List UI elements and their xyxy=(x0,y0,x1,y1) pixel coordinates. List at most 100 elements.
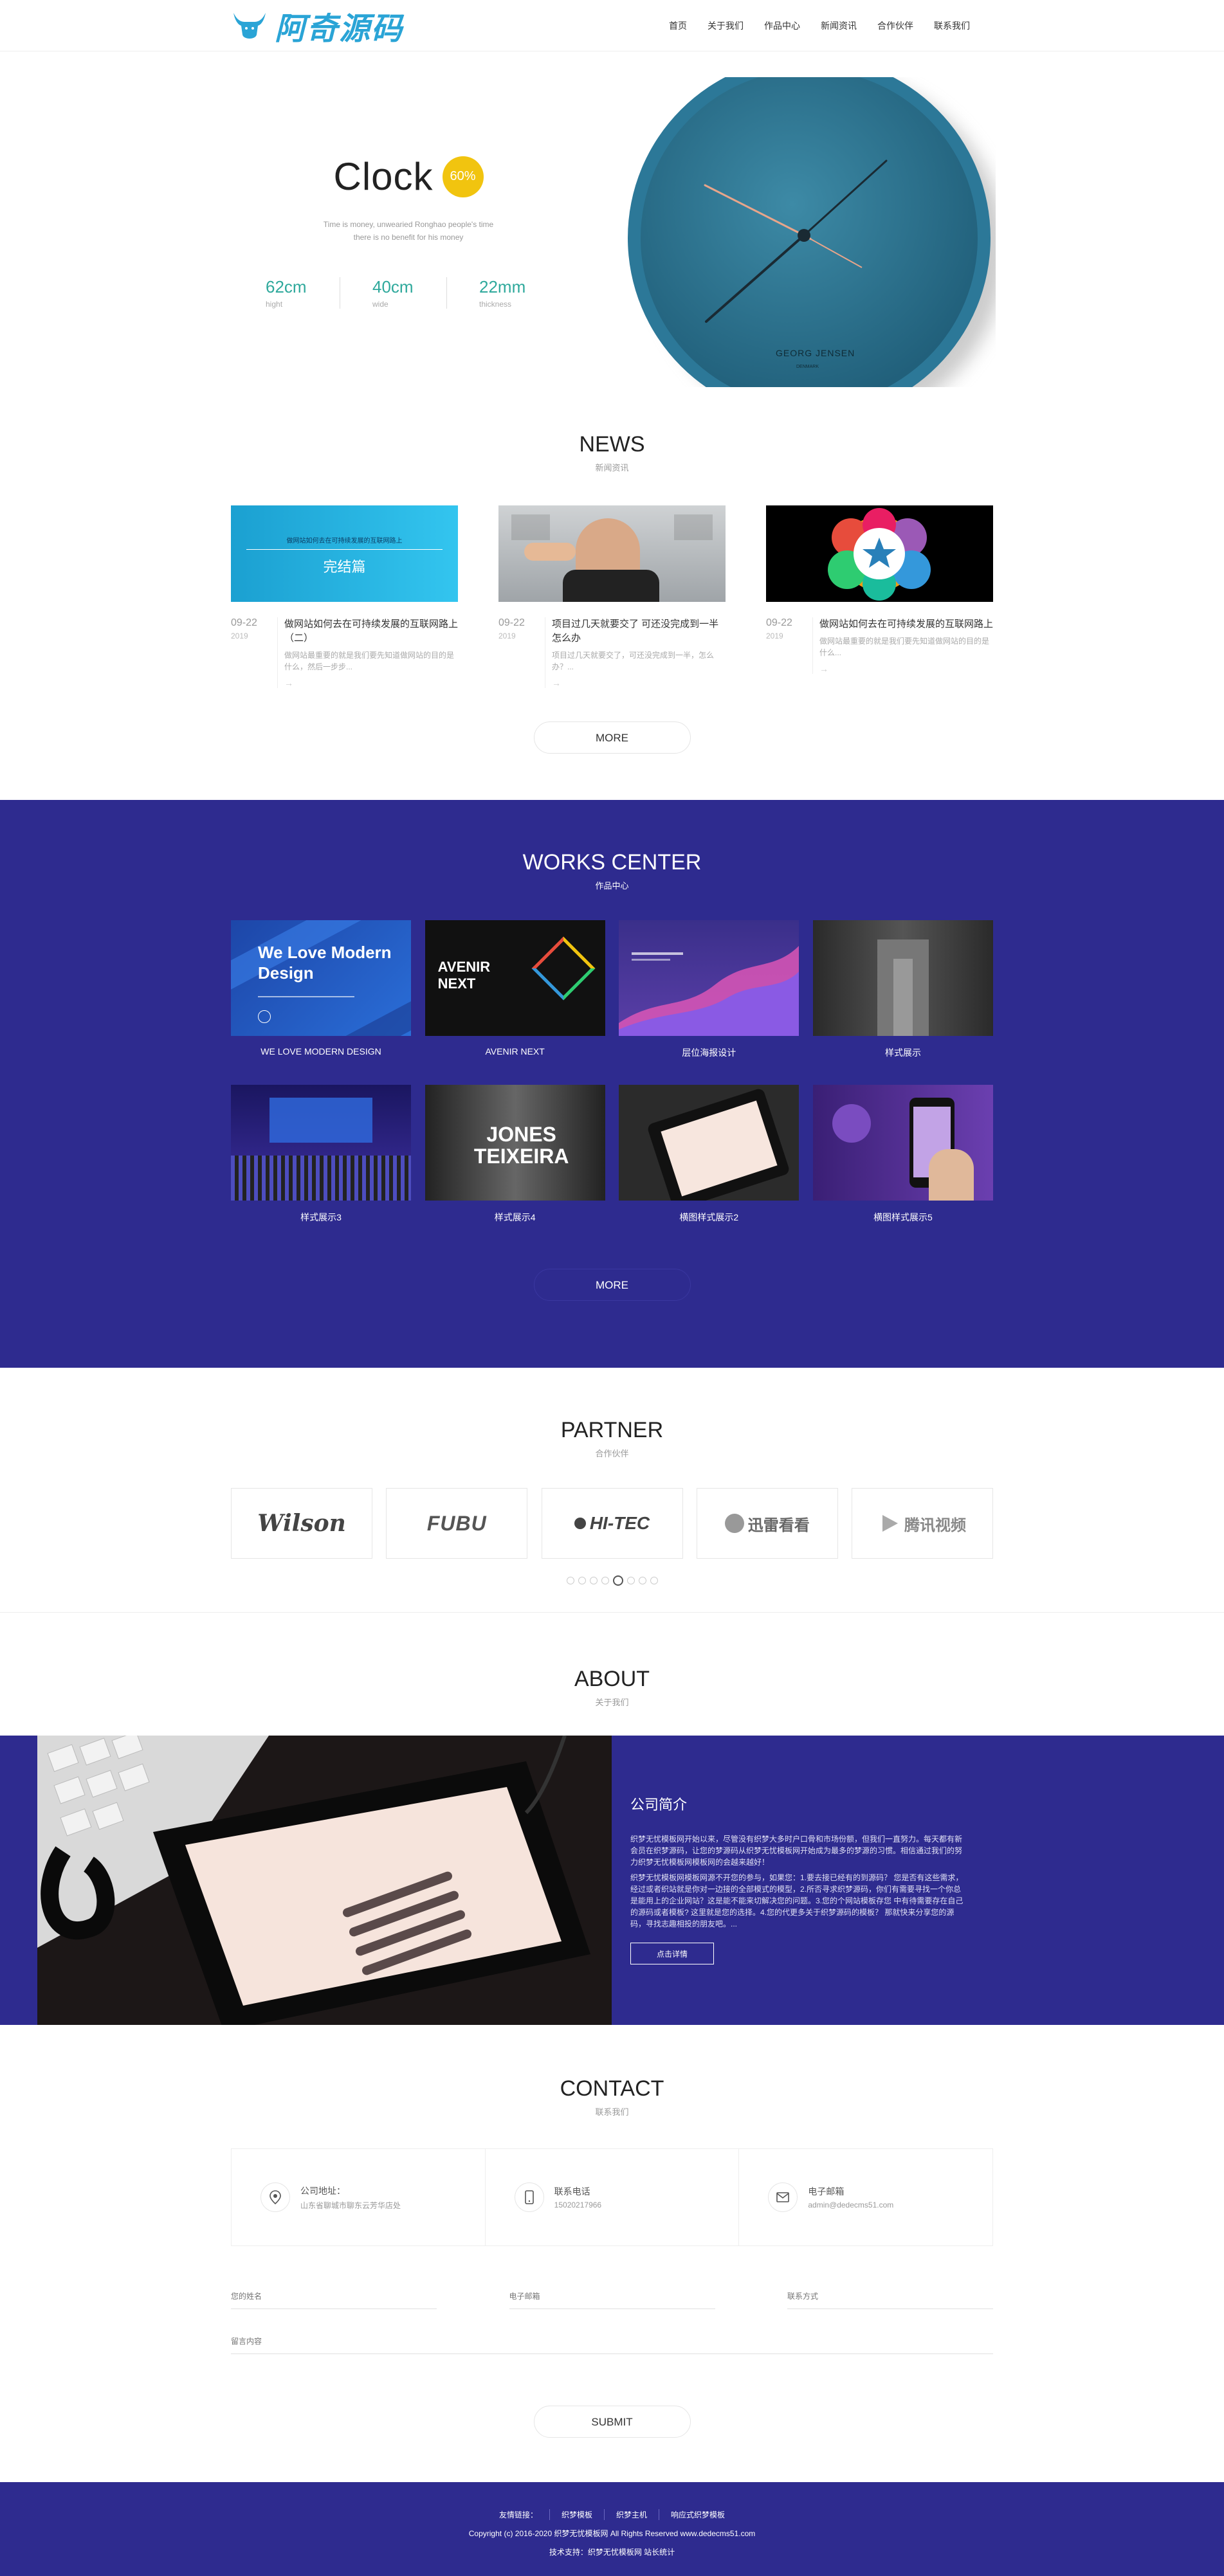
arrow-right-icon[interactable]: → xyxy=(284,678,458,688)
work-caption[interactable]: 样式展示3 xyxy=(231,1211,411,1224)
location-pin-icon xyxy=(260,2182,290,2212)
work-item[interactable]: 样式展示 xyxy=(812,920,993,1059)
partner-name: FUBU xyxy=(426,1511,487,1535)
spec-height: 62cm hight xyxy=(266,277,340,309)
carousel-dot[interactable] xyxy=(650,1577,658,1584)
mail-icon xyxy=(768,2182,798,2212)
arrow-right-icon[interactable]: → xyxy=(819,664,993,674)
contact-form xyxy=(231,2283,993,2309)
news-summary: 做网站最重要的就是我们要先知道做网站的目的是什么，然后一步步... xyxy=(284,651,455,671)
works-more-button[interactable]: MORE xyxy=(533,1269,691,1301)
partner-logo-hitec[interactable]: HI-TEC xyxy=(541,1488,683,1559)
partner-logo-wilson[interactable]: Wilson xyxy=(231,1488,372,1559)
carousel-dot[interactable] xyxy=(589,1577,598,1584)
submit-button[interactable]: SUBMIT xyxy=(533,2406,691,2438)
carousel-dots xyxy=(231,1575,993,1586)
works-grid: We Love Modern Design WE LOVE MODERN DES… xyxy=(231,920,993,1224)
nav-news[interactable]: 新闻资讯 xyxy=(810,0,867,51)
phone-input[interactable] xyxy=(787,2283,993,2309)
carousel-dot[interactable] xyxy=(626,1577,635,1584)
percent-badge: 60% xyxy=(442,156,484,197)
partner-title: PARTNER xyxy=(560,1418,664,1442)
nav-works[interactable]: 作品中心 xyxy=(754,0,810,51)
news-more-button[interactable]: MORE xyxy=(533,721,691,754)
carousel-dot-active[interactable] xyxy=(612,1575,623,1586)
work-caption[interactable]: 横图样式展示5 xyxy=(813,1211,993,1224)
carousel-dot[interactable] xyxy=(601,1577,609,1584)
clock-image: GEORG JENSEN DENMARK xyxy=(623,57,1005,387)
contact-value: 15020217966 xyxy=(554,2200,602,2209)
work-thumbnail[interactable]: We Love Modern Design xyxy=(231,920,411,1036)
logo-text: 阿奇源码 xyxy=(275,11,404,47)
partner-name: 迅雷看看 xyxy=(747,1516,810,1534)
work-item[interactable]: 横图样式展示2 xyxy=(619,1085,799,1224)
work-caption[interactable]: 层位海报设计 xyxy=(619,1046,799,1059)
contact-section: CONTACT 联系我们 公司地址： 山东省聊城市聊东云芳华店处 联系电话 15… xyxy=(0,2025,1224,2482)
work-caption[interactable]: 横图样式展示2 xyxy=(619,1211,799,1224)
partner-logo-xunlei[interactable]: 迅雷看看 xyxy=(696,1488,838,1559)
nav-partner[interactable]: 合作伙伴 xyxy=(867,0,924,51)
news-headline[interactable]: 做网站如何去在可持续发展的互联网路上 xyxy=(819,617,993,631)
spec-thickness: 22mm thickness xyxy=(446,277,553,309)
work-thumbnail[interactable] xyxy=(812,1085,993,1201)
work-caption[interactable]: 样式展示 xyxy=(813,1046,993,1059)
about-heading-section: ABOUT 关于我们 xyxy=(0,1612,1224,1736)
news-thumbnail[interactable] xyxy=(498,505,726,602)
nav-contact[interactable]: 联系我们 xyxy=(924,0,980,51)
phone-icon xyxy=(514,2182,544,2212)
arrow-right-icon[interactable]: → xyxy=(552,678,726,688)
about-details-button[interactable]: 点击详情 xyxy=(630,1943,714,1964)
news-item[interactable]: 09-22 2019 项目过几天就要交了 可还没完成到一半 怎么办 项目过几天就… xyxy=(498,505,726,688)
footer-link[interactable]: 织梦模板 xyxy=(549,2509,604,2520)
news-headline[interactable]: 做网站如何去在可持续发展的互联网路上（二） xyxy=(284,617,458,646)
work-thumbnail[interactable] xyxy=(812,920,993,1036)
partner-logo-fubu[interactable]: FUBU xyxy=(386,1488,528,1559)
nav-home[interactable]: 首页 xyxy=(659,0,697,51)
partner-name: 腾讯视频 xyxy=(904,1516,966,1534)
work-art-text: JONES TEIXEIRA xyxy=(473,1123,569,1168)
logo[interactable]: 阿奇源码 xyxy=(231,3,403,48)
work-caption[interactable]: AVENIR NEXT xyxy=(425,1046,605,1057)
work-caption[interactable]: 样式展示4 xyxy=(425,1211,605,1224)
work-art-text: AVENIR NEXT xyxy=(437,959,491,992)
news-item[interactable]: 09-22 2019 做网站如何去在可持续发展的互联网路上 做网站最重要的就是我… xyxy=(766,505,993,688)
work-thumbnail[interactable] xyxy=(619,920,799,1036)
partner-logos: Wilson FUBU HI-TEC 迅雷看看 腾讯视频 xyxy=(231,1488,993,1559)
news-thumbnail[interactable] xyxy=(766,505,993,602)
contact-label: 电子邮箱 xyxy=(808,2186,845,2197)
about-paragraph-2: 织梦无忧模板网模板网源不开您的参与，如果您：1.要去接已经有的到源码？ 您是否有… xyxy=(630,1873,964,1928)
work-thumbnail[interactable]: AVENIR NEXT xyxy=(425,920,605,1036)
message-input[interactable] xyxy=(231,2328,993,2354)
footer-link[interactable]: 响应式织梦模板 xyxy=(659,2509,736,2520)
news-year: 2019 xyxy=(498,631,516,640)
work-thumbnail[interactable] xyxy=(231,1085,411,1201)
news-headline[interactable]: 项目过几天就要交了 可还没完成到一半 怎么办 xyxy=(552,617,726,646)
carousel-dot[interactable] xyxy=(578,1577,586,1584)
nav-about[interactable]: 关于我们 xyxy=(697,0,754,51)
footer-link[interactable]: 织梦主机 xyxy=(604,2509,659,2520)
banner-text: Clock 60% Time is money, unwearied Rongh… xyxy=(264,154,553,309)
news-item[interactable]: 做网站如何去在可持续发展的互联网路上 完结篇 09-22 2019 做网站如何去… xyxy=(231,505,458,688)
work-item[interactable]: 层位海报设计 xyxy=(619,920,799,1059)
work-item[interactable]: JONES TEIXEIRA 样式展示4 xyxy=(425,1085,605,1224)
work-item[interactable]: We Love Modern Design WE LOVE MODERN DES… xyxy=(231,920,411,1059)
bull-logo-icon xyxy=(233,13,266,39)
spec-list: 62cm hight 40cm wide 22mm thickness xyxy=(264,277,553,309)
spec-label: hight xyxy=(266,300,283,309)
work-thumbnail[interactable] xyxy=(619,1085,799,1201)
name-input[interactable] xyxy=(231,2283,437,2309)
carousel-dot[interactable] xyxy=(638,1577,646,1584)
contact-address: 公司地址： 山东省聊城市聊东云芳华店处 xyxy=(232,2149,485,2245)
email-input[interactable] xyxy=(509,2283,715,2309)
work-item[interactable]: 横图样式展示5 xyxy=(812,1085,993,1224)
news-date: 09-22 xyxy=(498,617,525,628)
contact-value: admin@dedecms51.com xyxy=(808,2200,894,2209)
work-art-text: We Love Modern Design xyxy=(258,943,392,983)
work-item[interactable]: AVENIR NEXT AVENIR NEXT xyxy=(425,920,605,1059)
work-item[interactable]: 样式展示3 xyxy=(231,1085,411,1224)
work-thumbnail[interactable]: JONES TEIXEIRA xyxy=(425,1085,605,1201)
news-thumbnail[interactable]: 做网站如何去在可持续发展的互联网路上 完结篇 xyxy=(231,505,458,602)
work-caption[interactable]: WE LOVE MODERN DESIGN xyxy=(231,1046,411,1057)
carousel-dot[interactable] xyxy=(566,1577,574,1584)
partner-logo-tencent[interactable]: 腾讯视频 xyxy=(852,1488,993,1559)
